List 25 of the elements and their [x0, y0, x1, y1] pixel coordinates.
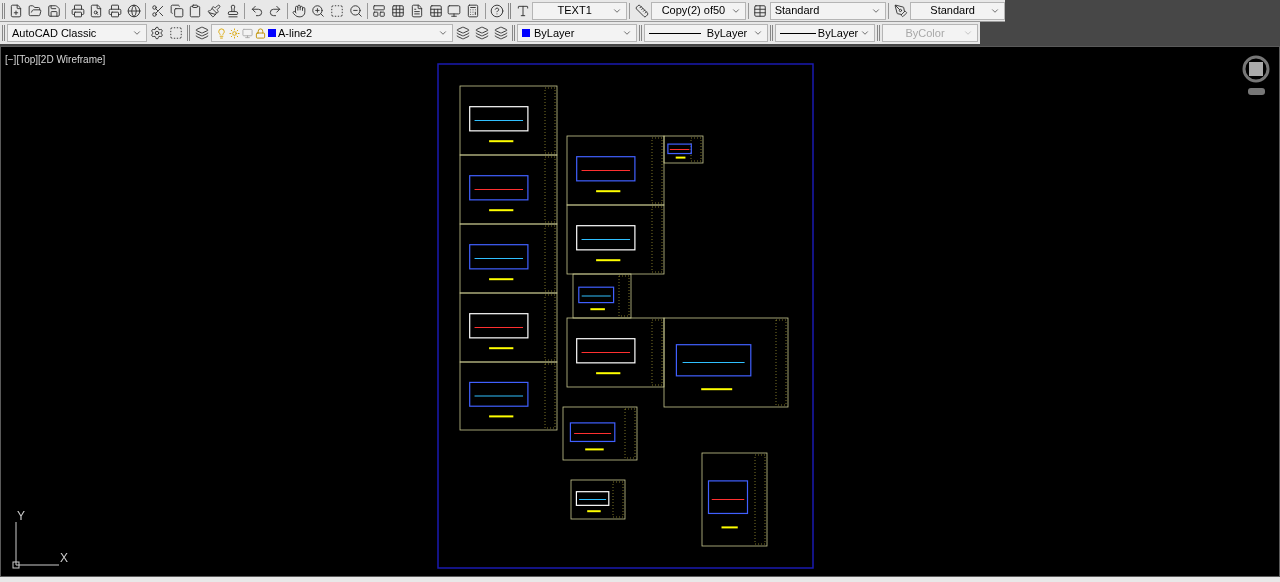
y-axis-label: Y [17, 508, 25, 525]
workspace-dropdown[interactable]: AutoCAD Classic [7, 24, 147, 42]
property-dropdown[interactable]: ByLayer [644, 24, 768, 42]
lock-icon [255, 27, 266, 39]
property-dropdown[interactable]: ByLayer [775, 24, 875, 42]
lightbulb-icon [216, 27, 227, 39]
layer-dropdown[interactable]: A-line2 [211, 24, 453, 42]
dropdown-caret-icon [438, 28, 448, 38]
dropdown-caret-icon [622, 28, 632, 38]
x-axis-label: X [60, 550, 68, 567]
dropdown-caret-icon [753, 28, 763, 38]
view-cube-drawing [1242, 55, 1270, 95]
viewport-label[interactable]: [−][Top][2D Wireframe] [5, 52, 106, 67]
line-sample [780, 32, 816, 34]
table-style-dropdown[interactable]: Standard [769, 1, 887, 20]
property-dropdown[interactable]: ByLayer [517, 24, 637, 42]
ucs-axes-icon [12, 521, 60, 569]
multileader-style-dropdown[interactable]: Standard [910, 1, 1006, 20]
dropdown-caret-icon [860, 28, 870, 38]
sun-icon [229, 27, 240, 39]
dropdown-caret-icon [132, 28, 142, 38]
dropdown-caret-icon [963, 28, 973, 38]
text-style-dropdown[interactable]: TEXT1 [532, 1, 628, 20]
line-sample [649, 32, 701, 34]
dimension-style-dropdown[interactable]: Copy(2) of50 [650, 1, 746, 20]
